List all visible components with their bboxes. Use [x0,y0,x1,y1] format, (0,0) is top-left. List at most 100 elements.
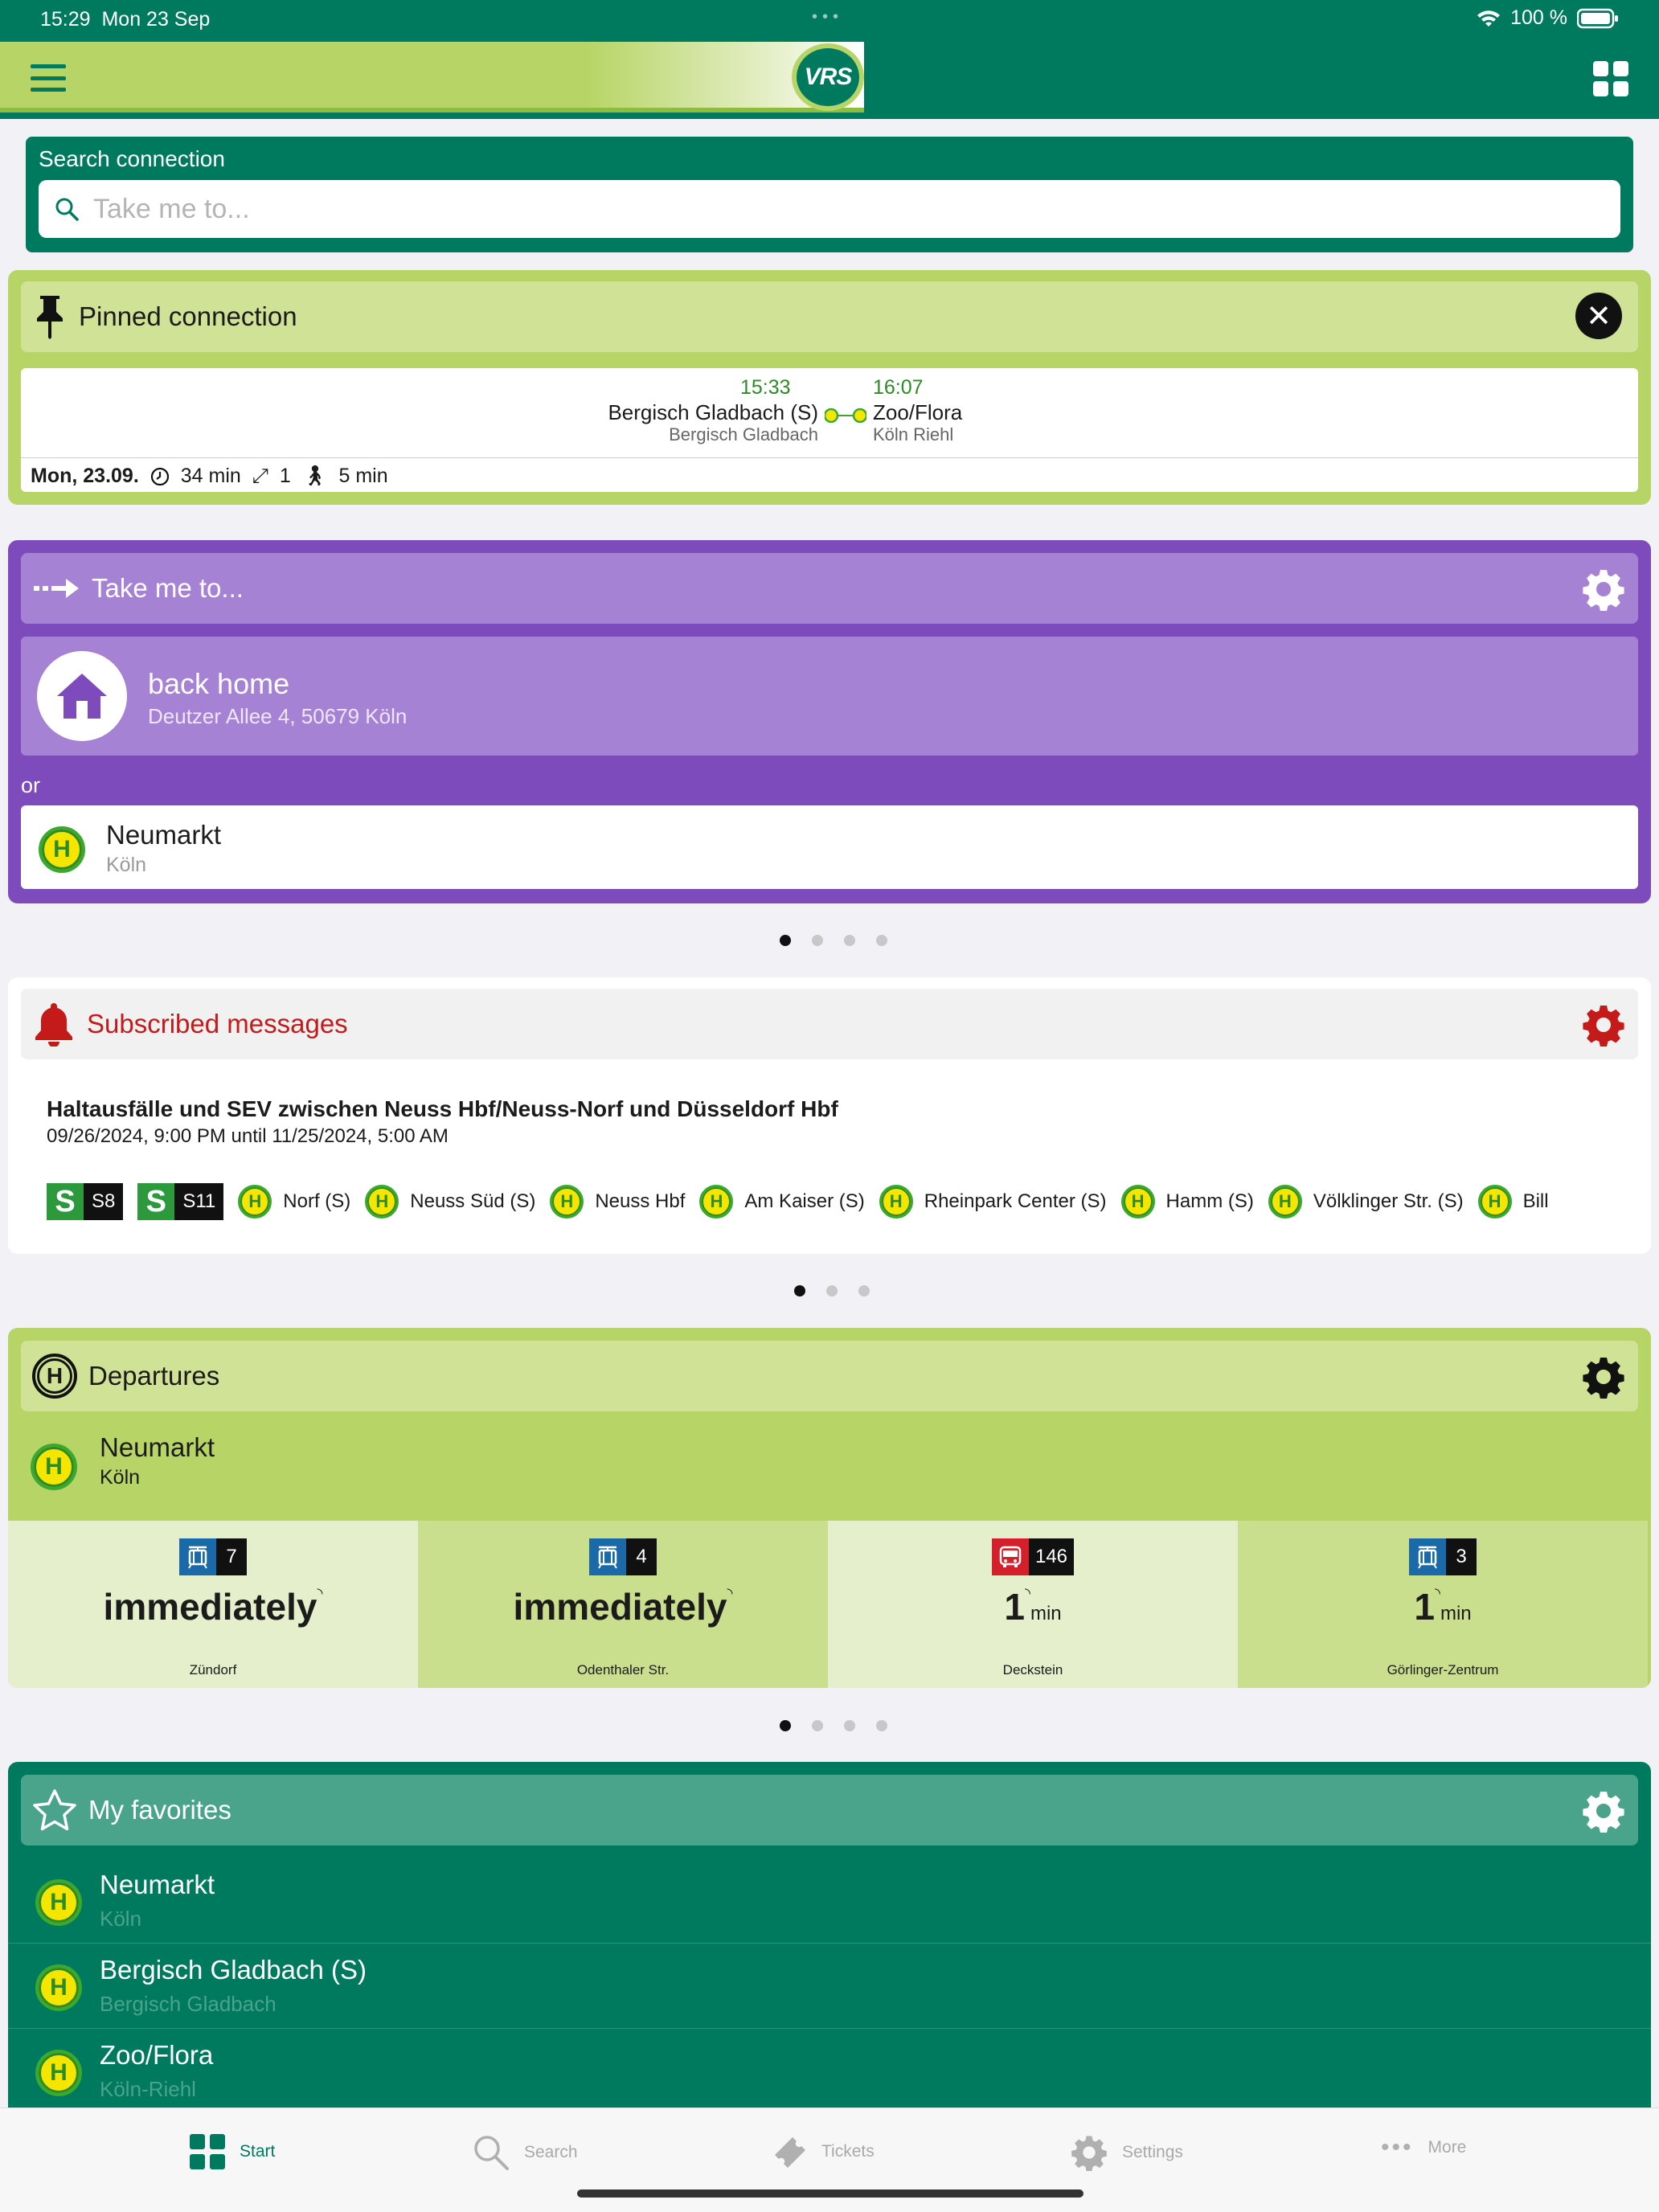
departure-time: 1◝min [828,1585,1238,1628]
pager-dot[interactable] [812,1720,823,1731]
affected-stop: H Neuss Süd (S) [365,1185,535,1219]
pager-dot[interactable] [876,1720,887,1731]
home-icon [37,651,127,741]
favorite-sub: Köln-Riehl [100,2077,196,2101]
realtime-icon: ◝ [317,1585,323,1601]
pinned-connection-summary[interactable]: 15:33 16:07 Bergisch Gladbach (S) Bergis… [21,368,1638,492]
subscribed-messages-card[interactable]: Subscribed messages Haltausfälle und SEV… [8,977,1651,1254]
or-label: or [21,773,41,797]
favorites-header: My favorites [21,1775,1638,1845]
departure-time: 15:33 [740,376,791,399]
favorites-title: My favorites [88,1795,231,1825]
departure-stop-sub: Köln [100,1466,141,1489]
gear-icon[interactable] [1582,1355,1625,1399]
pager-dot[interactable] [844,1720,855,1731]
line-badge-s11: S S11 [137,1183,224,1220]
affected-stop: H Völklinger Str. (S) [1268,1185,1464,1219]
pager-dot[interactable] [780,1720,791,1731]
affected-stop-name: Rheinpark Center (S) [924,1190,1107,1212]
line-number: 3 [1446,1538,1477,1575]
trip-changes: 1 [279,465,291,487]
favorite-item[interactable]: H Bergisch Gladbach (S) Bergisch Gladbac… [8,1944,1651,2029]
affected-stop: H Hamm (S) [1120,1185,1254,1219]
tram-icon [1409,1538,1446,1575]
stop-h-icon: H [238,1185,272,1219]
pinned-connection-card[interactable]: Pinned connection ✕ 15:33 16:07 Bergisch… [8,270,1651,505]
tab-start[interactable]: Start [190,2134,275,2169]
line-number: 146 [1028,1538,1075,1575]
tram-icon [589,1538,626,1575]
take-me-pager[interactable] [780,935,887,946]
departure-destination: Odenthaler Str. [576,1662,670,1677]
affected-stop: H Norf (S) [238,1185,350,1219]
search-icon [55,198,79,221]
departure-time-value: 1 [1004,1586,1025,1628]
pager-dot[interactable] [826,1285,838,1296]
trip-duration: 34 min [180,465,241,487]
departure-time: immediately◝ [8,1585,418,1628]
gear-icon[interactable] [1582,1789,1625,1833]
gear-icon [1071,2136,1107,2171]
tab-search[interactable]: Search [473,2134,578,2171]
departure-time-unit: min [1030,1603,1062,1624]
messages-title: Subscribed messages [87,1009,348,1038]
route-line-icon [825,408,866,424]
star-icon [33,1789,76,1831]
pinned-title: Pinned connection [79,301,297,331]
departure-time-value: immediately [103,1586,317,1628]
favorite-sub: Bergisch Gladbach [100,1992,276,2016]
tab-start-label: Start [240,2142,276,2161]
departure-item[interactable]: 146 1◝min Deckstein [828,1521,1238,1688]
departure-item[interactable]: 3 1◝min Görlinger-Zentrum [1238,1521,1648,1688]
affected-stop-name: Völklinger Str. (S) [1313,1190,1464,1212]
line-badge: 146 [828,1538,1238,1575]
pager-dot[interactable] [812,935,823,946]
menu-icon[interactable] [31,64,66,92]
search-connection-panel: Search connection [26,137,1633,252]
header-band [0,42,864,113]
pager-dot[interactable] [780,935,791,946]
widgets-grid-icon[interactable] [1593,61,1628,96]
vrs-logo: VRS [792,43,864,111]
multitasking-dots-icon[interactable]: ••• [812,8,843,27]
stop-h-icon: H [1268,1185,1302,1219]
take-me-to-card: Take me to... back home Deutzer Allee 4,… [8,540,1651,903]
pin-icon [37,296,63,339]
tab-more[interactable]: ••• More [1381,2134,1466,2161]
clock-icon [150,467,169,485]
favorite-item[interactable]: H Neumarkt Köln [8,1858,1651,1944]
logo-text: VRS [804,63,853,90]
affected-stop-name: Neuss Süd (S) [410,1190,536,1212]
departure-item[interactable]: 7 immediately◝ Zündorf [8,1521,418,1688]
line-badge: 7 [8,1538,418,1575]
departures-card: H Departures H Neumarkt Köln 7 immediatel… [8,1328,1651,1688]
favorite-item[interactable]: H Zoo/Flora Köln-Riehl [8,2029,1651,2114]
stop-h-icon: H [365,1185,399,1219]
favorite-name: Zoo/Flora [100,2040,214,2070]
pager-dot[interactable] [858,1285,870,1296]
pager-dot[interactable] [844,935,855,946]
gear-icon[interactable] [1582,1003,1625,1047]
departures-pager[interactable] [780,1720,887,1731]
pager-dot[interactable] [794,1285,805,1296]
trip-date: Mon, 23.09. [31,465,139,487]
home-destination[interactable]: back home Deutzer Allee 4, 50679 Köln [21,637,1638,756]
tab-tickets-label: Tickets [821,2142,875,2161]
search-input[interactable] [93,193,1540,225]
tram-icon [179,1538,216,1575]
tab-settings[interactable]: Settings [1071,2134,1183,2171]
messages-pager[interactable] [794,1285,870,1296]
close-icon[interactable]: ✕ [1575,293,1622,339]
departure-item[interactable]: 4 immediately◝ Odenthaler Str. [418,1521,828,1688]
departure-destination: Görlinger-Zentrum [1387,1662,1499,1677]
home-indicator[interactable] [577,2189,1083,2198]
stop-h-icon: H [35,1964,82,2011]
search-field[interactable] [39,180,1620,238]
pager-dot[interactable] [876,935,887,946]
tab-tickets[interactable]: Tickets [772,2134,875,2169]
battery-icon [1577,8,1618,28]
gear-icon[interactable] [1582,567,1625,611]
arrival-time: 16:07 [873,376,924,399]
take-me-stop[interactable]: H Neumarkt Köln [21,805,1638,889]
stop-h-icon: H [35,2050,82,2096]
